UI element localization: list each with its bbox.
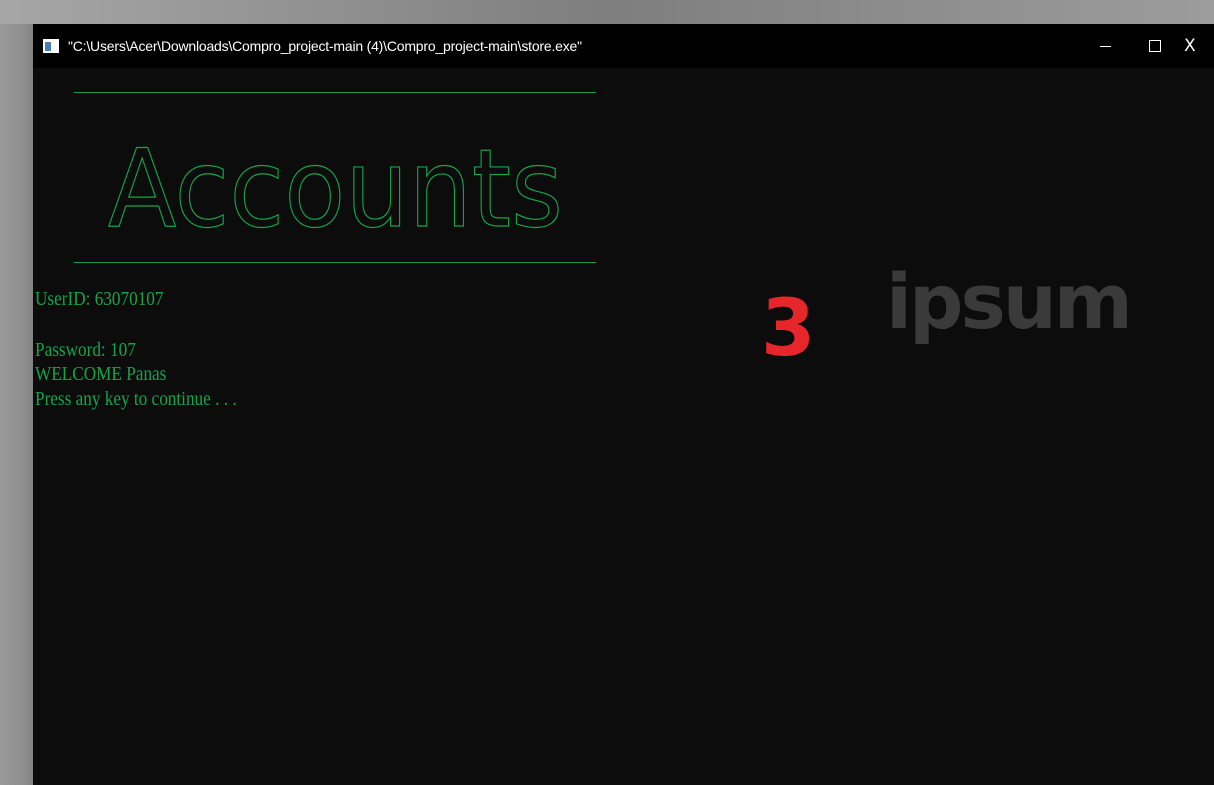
window-title: "C:\Users\Acer\Downloads\Compro_project-… <box>68 38 582 54</box>
password-line: Password: 107 <box>35 339 136 361</box>
userid-line: UserID: 63070107 <box>35 288 164 310</box>
overlay-watermark-word: ipsum <box>886 257 1133 346</box>
ascii-banner: Accounts <box>108 114 568 244</box>
console-output[interactable]: Accounts UserID: 63070107 Password: 107 … <box>33 68 1214 785</box>
close-icon[interactable]: X <box>1180 24 1214 68</box>
welcome-line: WELCOME Panas <box>35 363 167 385</box>
window-controls: X <box>1080 24 1214 68</box>
console-window[interactable]: "C:\Users\Acer\Downloads\Compro_project-… <box>33 24 1214 785</box>
banner-top-rule <box>74 92 596 93</box>
console-app-icon[interactable] <box>43 39 59 53</box>
title-bar[interactable]: "C:\Users\Acer\Downloads\Compro_project-… <box>33 24 1214 68</box>
minimize-icon[interactable] <box>1080 24 1130 68</box>
press-any-key-line: Press any key to continue . . . <box>35 388 237 410</box>
banner-text: Accounts <box>108 127 563 244</box>
desktop-background <box>0 0 1214 24</box>
overlay-number: 3 <box>761 284 816 374</box>
banner-bottom-rule <box>74 262 596 263</box>
maximize-icon[interactable] <box>1130 24 1180 68</box>
